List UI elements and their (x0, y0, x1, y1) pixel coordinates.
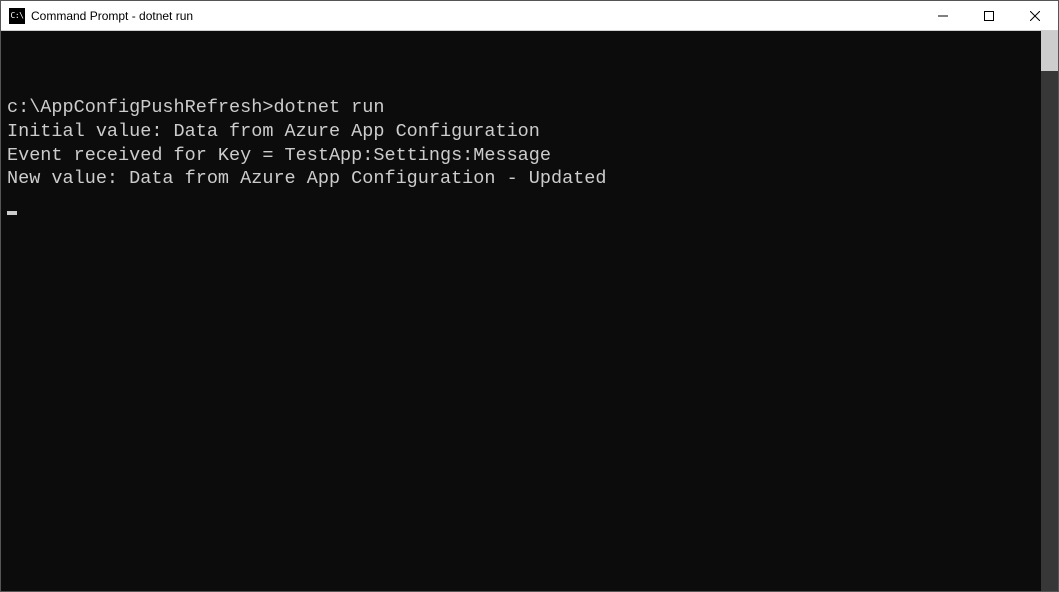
maximize-button[interactable] (966, 1, 1012, 30)
close-icon (1030, 11, 1040, 21)
output-line: Event received for Key = TestApp:Setting… (7, 144, 1041, 168)
output-line: Initial value: Data from Azure App Confi… (7, 120, 1041, 144)
console-output[interactable]: c:\AppConfigPushRefresh>dotnet runInitia… (1, 31, 1041, 591)
prompt-path: c:\AppConfigPushRefresh> (7, 97, 273, 118)
command-text: dotnet run (273, 97, 384, 118)
scrollbar-track (1041, 71, 1058, 591)
close-button[interactable] (1012, 1, 1058, 30)
vertical-scrollbar[interactable] (1041, 31, 1058, 591)
window-controls (920, 1, 1058, 30)
cursor (7, 211, 17, 215)
console-wrapper: c:\AppConfigPushRefresh>dotnet runInitia… (1, 31, 1058, 591)
title-bar: C:\ Command Prompt - dotnet run (1, 1, 1058, 31)
window-title: Command Prompt - dotnet run (31, 9, 193, 23)
app-icon-label: C:\ (11, 12, 24, 20)
minimize-icon (938, 11, 948, 21)
maximize-icon (984, 11, 994, 21)
scrollbar-thumb[interactable] (1041, 31, 1058, 71)
output-line: New value: Data from Azure App Configura… (7, 167, 1041, 191)
prompt-line: c:\AppConfigPushRefresh>dotnet run (7, 96, 1041, 120)
app-icon: C:\ (9, 8, 25, 24)
minimize-button[interactable] (920, 1, 966, 30)
